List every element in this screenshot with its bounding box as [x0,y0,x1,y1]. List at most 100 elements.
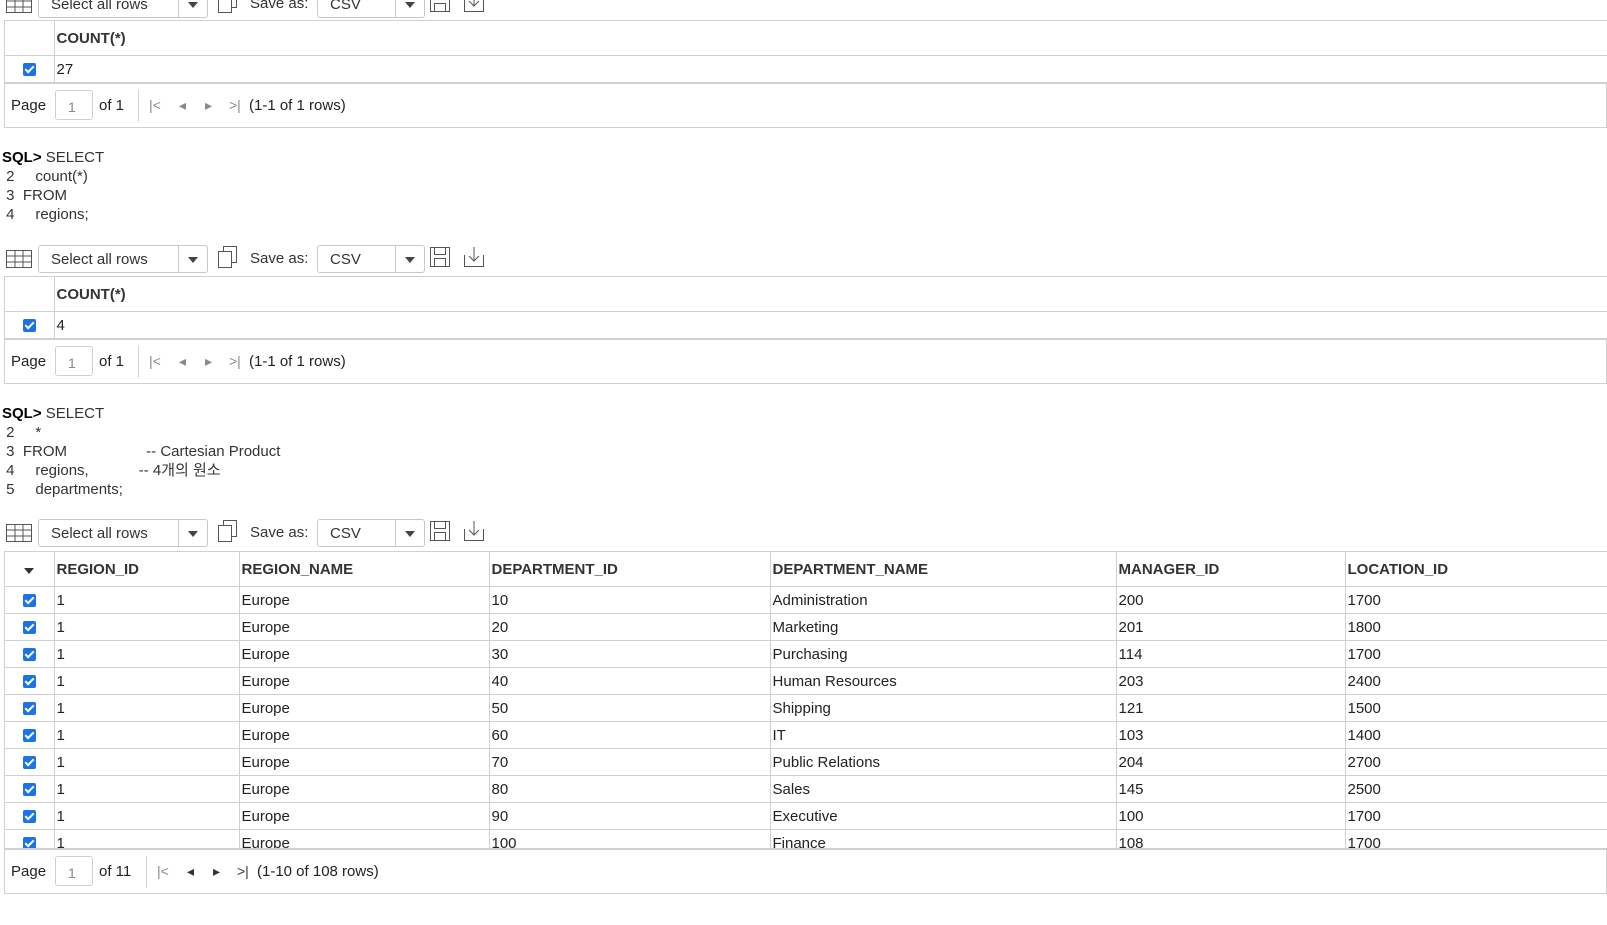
format-dropdown[interactable]: CSV [317,0,425,18]
cell[interactable]: Europe [239,694,490,722]
column-header[interactable]: COUNT(*) [54,21,1607,56]
select-column-header[interactable] [5,552,55,587]
column-header-region-name[interactable]: REGION_NAME [239,552,490,587]
prev-page-icon[interactable]: ◂ [179,97,186,114]
column-header-department-id[interactable]: DEPARTMENT_ID [489,552,771,587]
cell[interactable]: Shipping [770,694,1117,722]
cell[interactable]: 1 [54,802,240,830]
cell[interactable]: Europe [239,721,490,749]
cell[interactable]: 1 [54,748,240,776]
row-checkbox[interactable] [5,748,55,776]
cell[interactable]: 121 [1116,694,1346,722]
column-header-manager-id[interactable]: MANAGER_ID [1116,552,1346,587]
cell[interactable]: Europe [239,640,490,668]
cell[interactable]: 1 [54,775,240,803]
row-checkbox[interactable] [5,802,55,830]
cell[interactable]: 10 [489,586,771,614]
cell[interactable]: 203 [1116,667,1346,695]
cell[interactable]: 4 [54,311,1607,339]
cell[interactable]: 40 [489,667,771,695]
next-page-icon[interactable]: ▸ [205,97,212,114]
checkbox-checked-icon[interactable] [22,702,36,716]
cell[interactable]: Executive [770,802,1117,830]
column-header[interactable]: COUNT(*) [54,277,1607,312]
select-rows-dropdown[interactable]: Select all rows [38,0,208,18]
row-checkbox[interactable] [5,311,55,339]
table-row[interactable]: 27 [5,55,1607,83]
cell[interactable]: 1400 [1345,721,1607,749]
prev-page-icon[interactable]: ◂ [179,353,186,370]
grid-view-icon[interactable] [6,524,32,542]
checkbox-checked-icon[interactable] [22,621,36,635]
column-header-region-id[interactable]: REGION_ID [54,552,240,587]
cell[interactable]: 50 [489,694,771,722]
checkbox-checked-icon[interactable] [22,594,36,608]
cell[interactable]: 80 [489,775,771,803]
checkbox-checked-icon[interactable] [22,810,36,824]
checkbox-checked-icon[interactable] [22,729,36,743]
table-row[interactable]: 1 Europe 10 Administration 200 1700 [5,586,1607,614]
cell[interactable]: 20 [489,613,771,641]
cell[interactable]: 1 [54,694,240,722]
last-page-icon[interactable]: >| [229,97,241,113]
first-page-icon[interactable]: |< [149,353,161,369]
format-dropdown[interactable]: CSV [317,245,425,273]
row-checkbox[interactable] [5,667,55,695]
cell[interactable]: 1700 [1345,586,1607,614]
page-number-input[interactable]: 1 [55,856,93,886]
cell[interactable]: 1 [54,667,240,695]
cell[interactable]: Sales [770,775,1117,803]
page-number-input[interactable]: 1 [55,346,93,376]
cell[interactable]: Purchasing [770,640,1117,668]
table-row[interactable]: 1 Europe 20 Marketing 201 1800 [5,613,1607,641]
save-icon[interactable] [428,0,452,14]
cell[interactable]: 204 [1116,748,1346,776]
table-row[interactable]: 1 Europe 50 Shipping 121 1500 [5,694,1607,722]
copy-icon[interactable] [217,0,239,14]
cell[interactable]: Marketing [770,613,1117,641]
column-header-location-id[interactable]: LOCATION_ID [1345,552,1607,587]
cell[interactable]: Europe [239,775,490,803]
row-checkbox[interactable] [5,586,55,614]
row-checkbox[interactable] [5,640,55,668]
next-page-icon[interactable]: ▸ [213,863,220,880]
checkbox-checked-icon[interactable] [22,648,36,662]
cell[interactable]: 60 [489,721,771,749]
first-page-icon[interactable]: |< [149,97,161,113]
cell[interactable]: 2700 [1345,748,1607,776]
cell[interactable]: Europe [239,667,490,695]
cell[interactable]: 100 [1116,802,1346,830]
cell[interactable]: 103 [1116,721,1346,749]
cell[interactable]: 145 [1116,775,1346,803]
prev-page-icon[interactable]: ◂ [187,863,194,880]
download-icon[interactable] [462,0,486,14]
table-row[interactable]: 1 Europe 40 Human Resources 203 2400 [5,667,1607,695]
grid-view-icon[interactable] [6,0,32,13]
checkbox-checked-icon[interactable] [22,756,36,770]
cell[interactable]: Europe [239,613,490,641]
cell[interactable]: 27 [54,55,1607,83]
select-rows-dropdown[interactable]: Select all rows [38,245,208,273]
cell[interactable]: 1500 [1345,694,1607,722]
cell[interactable]: 90 [489,802,771,830]
cell[interactable]: 200 [1116,586,1346,614]
cell[interactable]: 114 [1116,640,1346,668]
table-row[interactable]: 1 Europe 30 Purchasing 114 1700 [5,640,1607,668]
column-header-department-name[interactable]: DEPARTMENT_NAME [770,552,1117,587]
page-number-input[interactable]: 1 [55,90,93,120]
table-row[interactable]: 1 Europe 90 Executive 100 1700 [5,802,1607,830]
cell[interactable]: 1 [54,721,240,749]
cell[interactable]: 1800 [1345,613,1607,641]
row-checkbox[interactable] [5,775,55,803]
cell[interactable]: 1 [54,640,240,668]
cell[interactable]: Human Resources [770,667,1117,695]
cell[interactable]: Europe [239,802,490,830]
cell[interactable]: 2500 [1345,775,1607,803]
download-icon[interactable] [462,245,486,269]
cell[interactable]: Europe [239,748,490,776]
cell[interactable]: Europe [239,586,490,614]
last-page-icon[interactable]: >| [237,863,249,879]
select-rows-dropdown[interactable]: Select all rows [38,519,208,547]
checkbox-checked-icon[interactable] [22,319,36,333]
table-row[interactable]: 1 Europe 80 Sales 145 2500 [5,775,1607,803]
